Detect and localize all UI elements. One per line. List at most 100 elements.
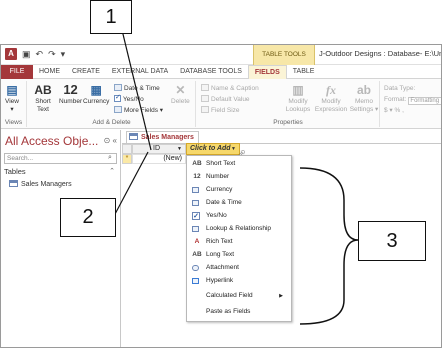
delete-field-button[interactable]: ✕ Delete bbox=[171, 83, 190, 106]
view-icon: ▤ bbox=[6, 83, 18, 97]
hyperlink-icon bbox=[192, 278, 199, 284]
tab-database-tools[interactable]: DATABASE TOOLS bbox=[174, 65, 248, 79]
menu-item-label: Short Text bbox=[206, 160, 236, 167]
submenu-arrow-icon: ▶ bbox=[279, 293, 283, 299]
view-button[interactable]: ▤ View ▾ bbox=[5, 83, 19, 114]
percent-format-button[interactable]: % bbox=[395, 107, 401, 114]
menu-item-label: Hyperlink bbox=[206, 277, 234, 284]
currency-button[interactable]: ▦ Currency bbox=[83, 83, 109, 106]
menu-item-label: Yes/No bbox=[206, 212, 227, 219]
tab-home[interactable]: HOME bbox=[33, 65, 66, 79]
menu-item-label: Number bbox=[206, 173, 230, 180]
date-time-button[interactable]: Date & Time bbox=[114, 84, 160, 93]
menu-item-yes-no[interactable]: ✓ Yes/No bbox=[187, 210, 291, 222]
short-text-icon: AB bbox=[34, 83, 52, 97]
currency-format-button[interactable]: $ bbox=[384, 107, 388, 114]
save-icon[interactable]: ▣ bbox=[22, 48, 31, 60]
tab-file[interactable]: FILE bbox=[1, 65, 33, 79]
lookup-icon bbox=[192, 226, 199, 232]
more-fields-button[interactable]: More Fields ▾ bbox=[114, 106, 163, 115]
number-label: Number bbox=[59, 98, 83, 105]
number-button[interactable]: 12 Number bbox=[59, 83, 82, 106]
nav-search-input[interactable]: Search... bbox=[4, 153, 117, 164]
short-text-label: Short Text bbox=[35, 98, 51, 113]
menu-item-paste-as-fields[interactable]: Paste as Fields bbox=[187, 306, 291, 318]
modify-expression-button[interactable]: fx Modify Expression bbox=[314, 83, 348, 114]
memo-settings-icon: ab bbox=[356, 83, 371, 97]
name-caption-button[interactable]: Name & Caption bbox=[201, 84, 259, 93]
undo-icon[interactable]: ↶ bbox=[36, 48, 44, 60]
sort-filter-arrow-icon[interactable]: ▼ bbox=[177, 145, 182, 153]
menu-item-currency[interactable]: Currency bbox=[187, 184, 291, 196]
menu-item-rich-text[interactable]: A Rich Text bbox=[187, 236, 291, 248]
access-app-icon: A bbox=[5, 48, 17, 60]
format-control[interactable]: Format: Formatting bbox=[384, 95, 441, 105]
comma-format-button[interactable]: , bbox=[402, 107, 404, 114]
memo-settings-button[interactable]: ab Memo Settings ▾ bbox=[349, 83, 379, 114]
format-combo[interactable]: Formatting bbox=[408, 97, 441, 105]
click-to-add-label: Click to Add bbox=[190, 145, 231, 152]
date-time-label: Date & Time bbox=[124, 85, 160, 92]
new-record-id-cell[interactable]: (New) bbox=[132, 154, 186, 164]
menu-item-calculated-field[interactable]: Calculated Field ▶ bbox=[187, 290, 291, 302]
title-bar: A ▣ ↶ ↷ ▾ TABLE TOOLS J-Outdoor Designs … bbox=[1, 45, 441, 65]
tables-section-header[interactable]: Tables ⌃ bbox=[4, 167, 117, 176]
quick-access-toolbar: A ▣ ↶ ↷ ▾ bbox=[5, 48, 65, 60]
window-title: J-Outdoor Designs : Database- E:\Unit bbox=[319, 49, 442, 58]
nav-item-sales-managers[interactable]: Sales Managers bbox=[9, 180, 72, 188]
access-window: A ▣ ↶ ↷ ▾ TABLE TOOLS J-Outdoor Designs … bbox=[0, 44, 442, 348]
menu-item-label: Lookup & Relationship bbox=[206, 225, 272, 232]
new-record-selector[interactable]: * bbox=[122, 154, 132, 164]
shutter-bar-icon[interactable]: « bbox=[113, 136, 117, 145]
customize-qat-icon[interactable]: ▾ bbox=[61, 48, 66, 60]
menu-item-label: Calculated Field bbox=[206, 292, 253, 299]
tab-fields[interactable]: FIELDS bbox=[247, 65, 287, 79]
nav-item-label: Sales Managers bbox=[21, 181, 72, 188]
name-caption-label: Name & Caption bbox=[211, 85, 259, 92]
long-text-icon: AB bbox=[192, 251, 202, 258]
short-text-icon: AB bbox=[192, 160, 202, 167]
callout-2: 2 bbox=[60, 198, 116, 237]
select-all-corner[interactable] bbox=[122, 144, 132, 154]
properties-group: Name & Caption Default Value Field Size … bbox=[197, 81, 380, 127]
yes-no-button[interactable]: Yes/No bbox=[114, 93, 144, 104]
menu-item-date-time[interactable]: Date & Time bbox=[187, 197, 291, 209]
menu-item-attachment[interactable]: Attachment bbox=[187, 262, 291, 274]
short-text-button[interactable]: AB Short Text bbox=[34, 83, 52, 114]
tab-external-data[interactable]: EXTERNAL DATA bbox=[106, 65, 174, 79]
menu-item-hyperlink[interactable]: Hyperlink bbox=[187, 275, 291, 287]
add-delete-group: AB Short Text 12 Number ▦ Currency Date … bbox=[28, 81, 196, 127]
tab-create[interactable]: CREATE bbox=[66, 65, 106, 79]
dropdown-arrow-icon[interactable]: ▼ bbox=[231, 144, 236, 154]
default-value-label: Default Value bbox=[211, 96, 250, 103]
format-label: Format: bbox=[384, 96, 407, 103]
table-icon bbox=[9, 180, 18, 187]
calendar-icon bbox=[192, 200, 199, 206]
menu-item-number[interactable]: 12 Number bbox=[187, 171, 291, 183]
menu-item-label: Rich Text bbox=[206, 238, 233, 245]
menu-item-label: Long Text bbox=[206, 251, 235, 258]
field-size-label: Field Size bbox=[211, 107, 240, 114]
menu-item-long-text[interactable]: AB Long Text bbox=[187, 249, 291, 261]
default-value-button[interactable]: Default Value bbox=[201, 95, 250, 104]
menu-item-lookup-relationship[interactable]: Lookup & Relationship bbox=[187, 223, 291, 235]
table-tools-context-label: TABLE TOOLS bbox=[253, 45, 315, 65]
views-group: ▤ View ▾ Views bbox=[1, 81, 27, 127]
menu-item-short-text[interactable]: AB Short Text bbox=[187, 158, 291, 170]
nav-pane-title[interactable]: All Access Obje... bbox=[5, 134, 98, 148]
column-header-id[interactable]: ID ▼ bbox=[132, 144, 186, 154]
sales-managers-doc-tab[interactable]: Sales Managers bbox=[126, 131, 199, 143]
redo-icon[interactable]: ↷ bbox=[48, 48, 56, 60]
currency-icon: ▦ bbox=[90, 83, 102, 97]
modify-lookups-button[interactable]: ▥ Modify Lookups bbox=[283, 83, 313, 114]
number-icon: 12 bbox=[193, 173, 201, 180]
callout-1: 1 bbox=[90, 0, 132, 34]
modify-lookups-icon: ▥ bbox=[292, 83, 304, 97]
rich-text-icon: A bbox=[194, 238, 200, 245]
menu-item-label: Paste as Fields bbox=[206, 308, 251, 315]
nav-menu-icon[interactable]: ⊙ bbox=[104, 136, 111, 145]
click-to-add-column[interactable]: Click to Add ▼ bbox=[186, 143, 240, 155]
field-size-control[interactable]: Field Size bbox=[201, 106, 240, 115]
tab-table[interactable]: TABLE bbox=[287, 65, 321, 79]
currency-label: Currency bbox=[83, 98, 110, 105]
